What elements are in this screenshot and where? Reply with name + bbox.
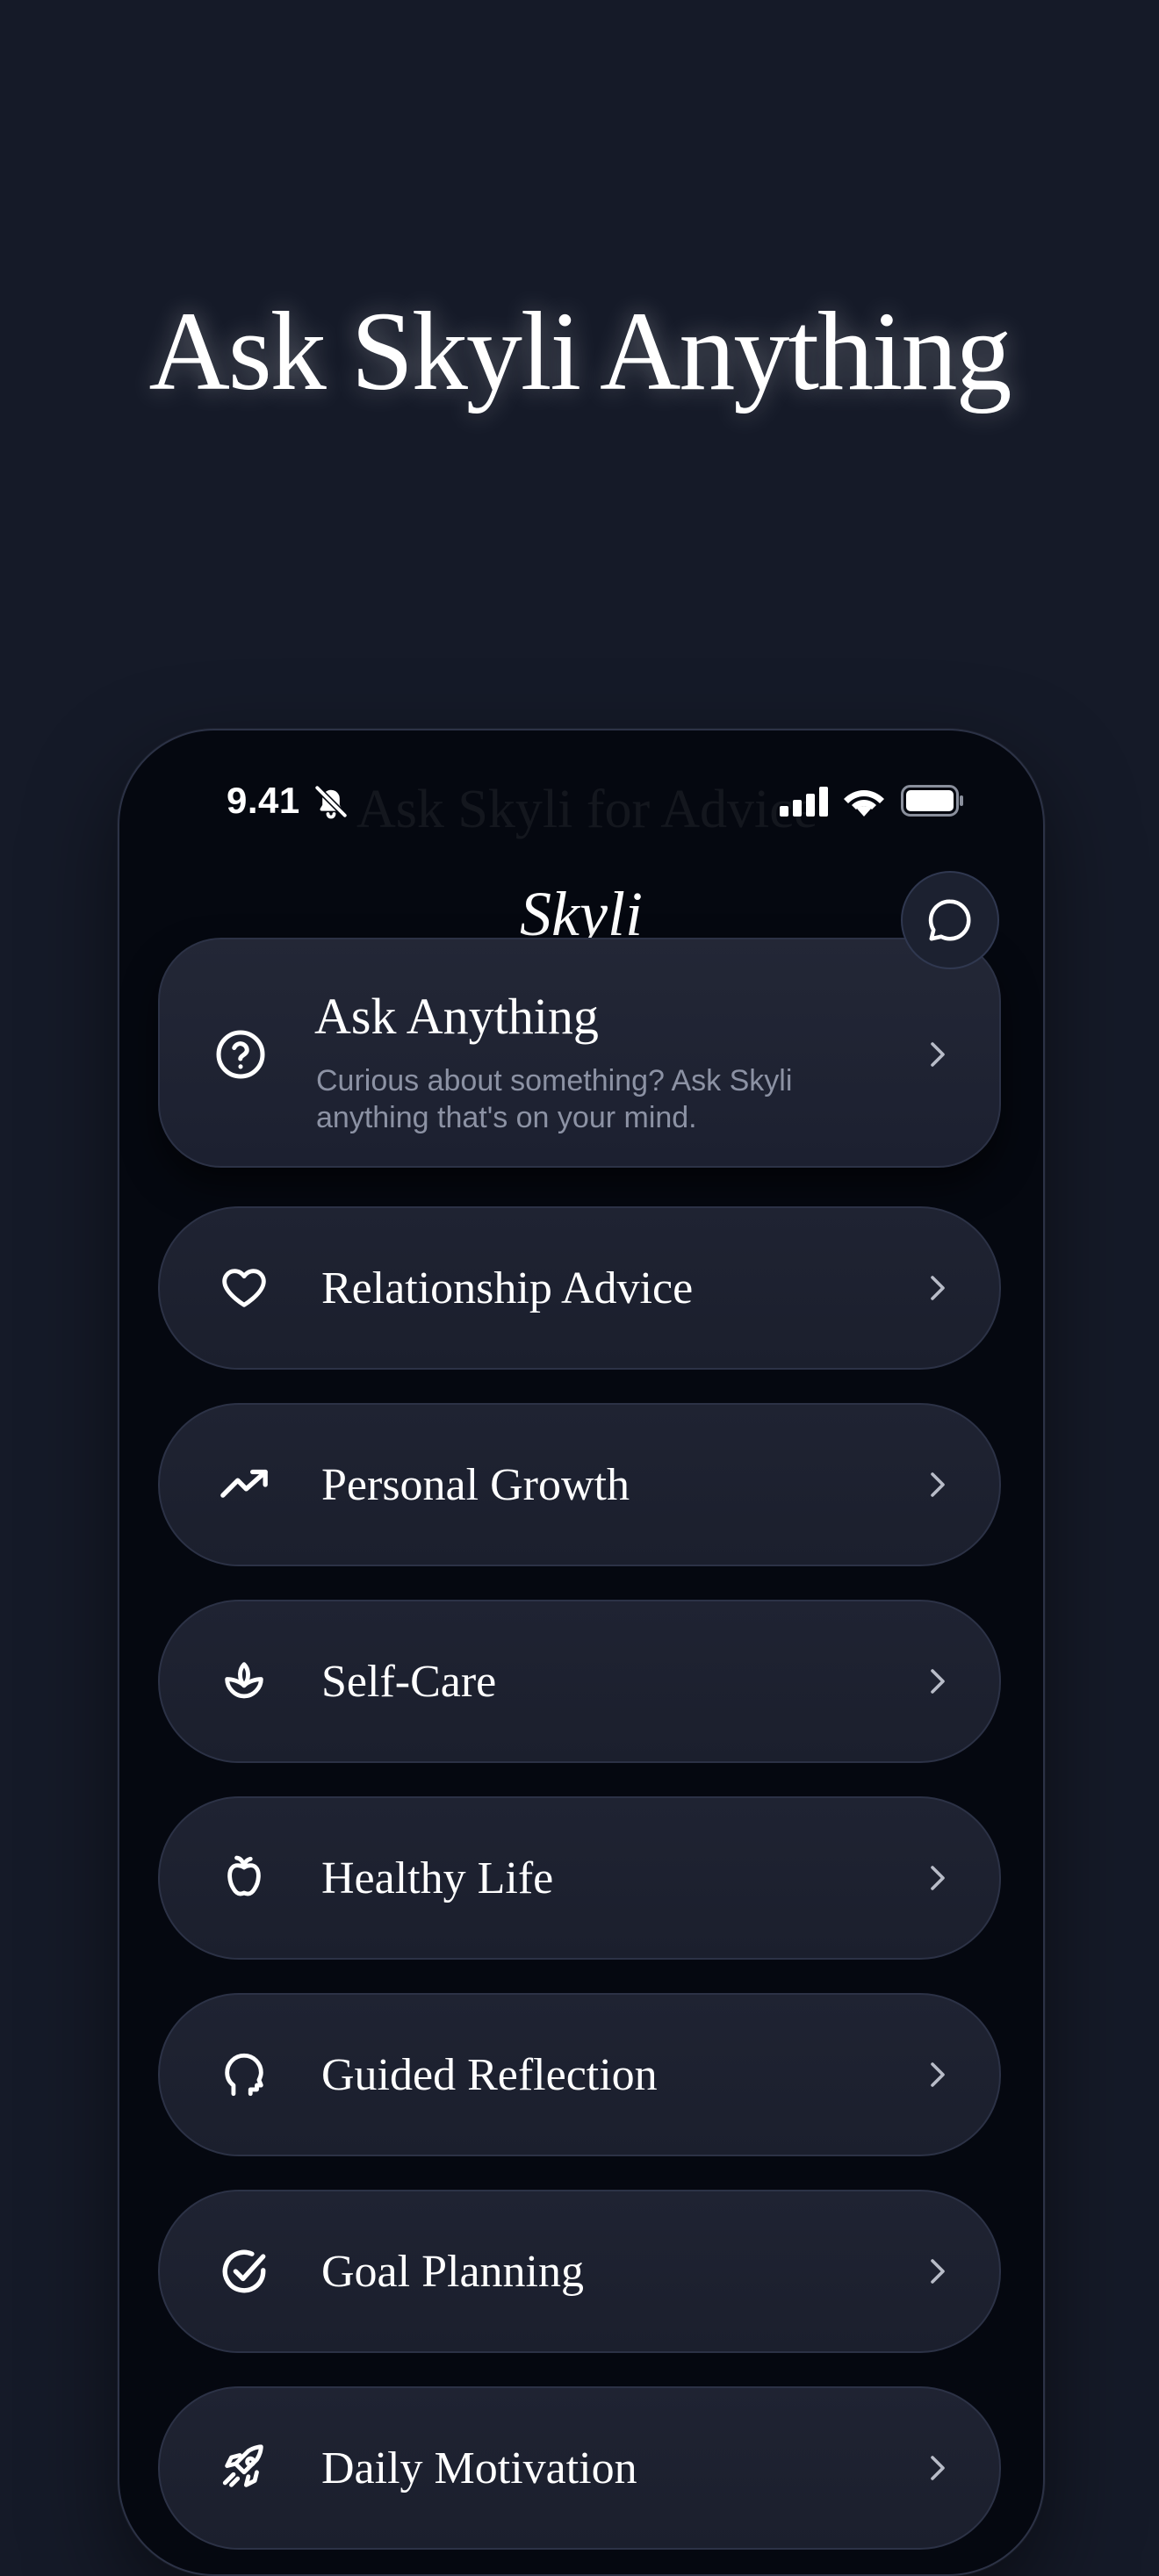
chevron-right-icon bbox=[931, 2456, 945, 2480]
chevron-right-icon bbox=[931, 1276, 945, 1300]
chevron-right-icon bbox=[931, 1472, 945, 1497]
chevron-right-icon bbox=[931, 2259, 945, 2284]
heart-icon bbox=[216, 1260, 272, 1316]
chat-bubble-icon bbox=[928, 899, 971, 941]
menu-item-goal-planning[interactable]: Goal Planning bbox=[158, 2190, 1001, 2353]
menu-item-label: Guided Reflection bbox=[321, 2050, 658, 2100]
head-icon bbox=[216, 2047, 272, 2103]
apple-icon bbox=[216, 1850, 272, 1906]
question-circle-icon bbox=[212, 1026, 269, 1083]
hero-title: Ask Skyli Anything bbox=[148, 289, 1011, 414]
phone-frame: Ask Skyli for Advice 9.41 Skyli Ask Anyt… bbox=[118, 729, 1045, 2576]
menu-item-guided-reflection[interactable]: Guided Reflection bbox=[158, 1993, 1001, 2156]
menu-item-personal-growth[interactable]: Personal Growth bbox=[158, 1403, 1001, 1566]
ghost-title: Ask Skyli for Advice bbox=[356, 780, 818, 839]
menu-item-self-care[interactable]: Self-Care bbox=[158, 1600, 1001, 1763]
wifi-icon bbox=[844, 790, 884, 817]
chevron-right-icon bbox=[931, 1042, 945, 1067]
chevron-right-icon bbox=[931, 1866, 945, 1890]
menu-item-label: Healthy Life bbox=[321, 1853, 554, 1903]
signal-icon bbox=[780, 787, 828, 817]
rocket-icon bbox=[216, 2440, 272, 2496]
menu-item-label: Daily Motivation bbox=[321, 2443, 637, 2493]
card-title: Ask Anything bbox=[314, 988, 599, 1045]
ask-anything-card[interactable]: Ask Anything Curious about something? As… bbox=[158, 938, 1001, 1168]
card-description: Curious about something? Ask Skyli anyth… bbox=[316, 1064, 793, 1134]
chevron-right-icon bbox=[931, 2062, 945, 2087]
menu-item-label: Goal Planning bbox=[321, 2247, 584, 2297]
menu-item-label: Relationship Advice bbox=[321, 1263, 694, 1313]
status-bar: Ask Skyli for Advice 9.41 bbox=[119, 730, 1043, 871]
battery-icon bbox=[901, 785, 963, 817]
menu-item-healthy-life[interactable]: Healthy Life bbox=[158, 1796, 1001, 1960]
chat-button[interactable] bbox=[901, 871, 999, 969]
bell-slash-icon bbox=[313, 784, 349, 819]
menu-item-relationship-advice[interactable]: Relationship Advice bbox=[158, 1206, 1001, 1370]
menu-item-label: Personal Growth bbox=[321, 1460, 630, 1510]
chevron-right-icon bbox=[931, 1669, 945, 1694]
menu-item-label: Self-Care bbox=[321, 1657, 497, 1707]
menu-item-daily-motivation[interactable]: Daily Motivation bbox=[158, 2386, 1001, 2550]
lotus-icon bbox=[216, 1653, 272, 1709]
trend-up-icon bbox=[216, 1457, 272, 1513]
check-circle-icon bbox=[216, 2243, 272, 2299]
status-time: 9.41 bbox=[227, 780, 300, 821]
